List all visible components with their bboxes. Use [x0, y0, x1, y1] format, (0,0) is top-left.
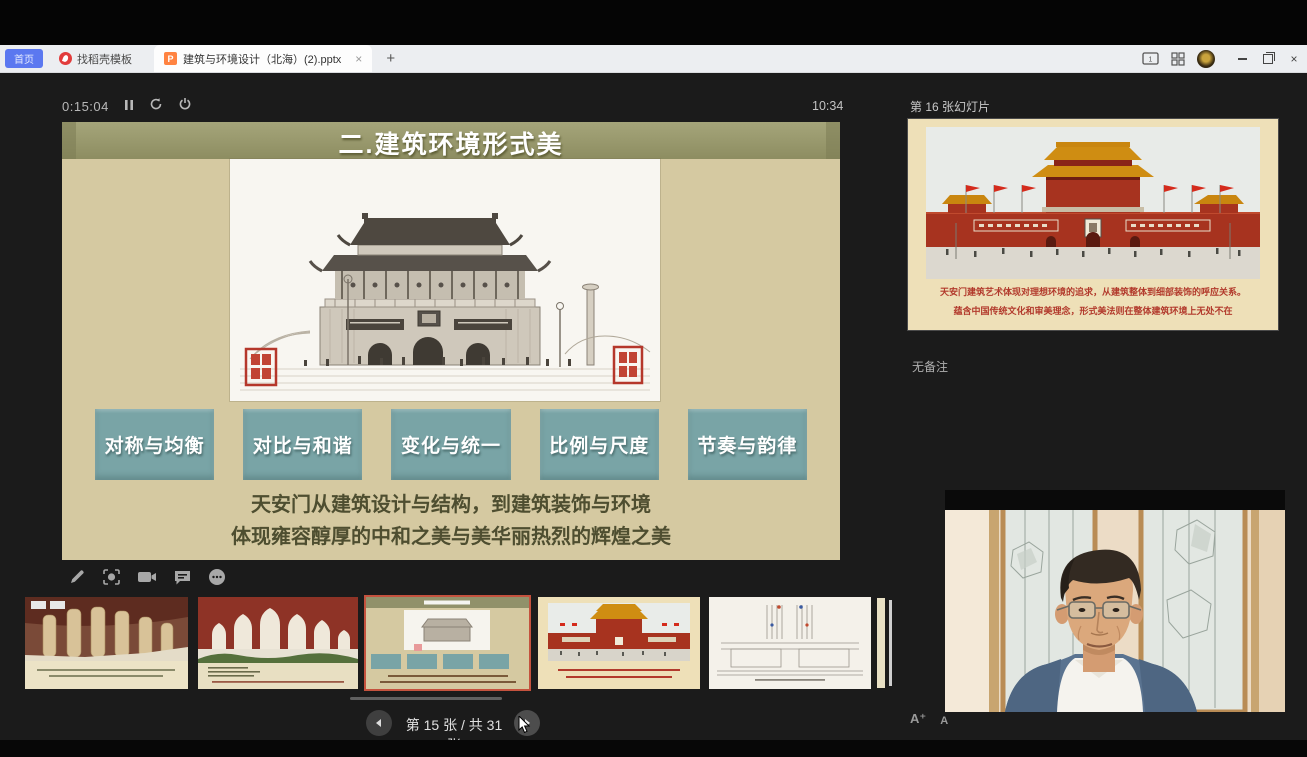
screen: 首页 找稻壳模板 P 建筑与环境设计（北海）(2).pptx × + 1 × 0…: [0, 0, 1307, 757]
grid-view-icon[interactable]: [1171, 52, 1185, 66]
thumbnail-scrollbar[interactable]: [350, 697, 502, 700]
thumbnail-slide-15-current[interactable]: [366, 597, 529, 689]
laser-pointer-icon[interactable]: [102, 568, 121, 591]
tab-close-icon[interactable]: ×: [355, 52, 362, 66]
principle-box-variation: 变化与统一: [391, 409, 510, 480]
minimize-button[interactable]: [1229, 45, 1255, 72]
pen-icon[interactable]: [68, 568, 86, 591]
thumbnail-strip-edge: [889, 600, 892, 686]
docer-icon: [59, 52, 72, 65]
slide-title: 二.建筑环境形式美: [62, 125, 840, 161]
previous-slide-button[interactable]: [366, 710, 392, 736]
tab-docer[interactable]: 找稻壳模板: [59, 51, 132, 67]
thumbnail-slide-18-partial[interactable]: [877, 598, 885, 688]
tab-home[interactable]: 首页: [5, 49, 43, 68]
annotation-toolbar: [68, 568, 226, 591]
comment-icon[interactable]: [173, 569, 192, 591]
mouse-cursor: [518, 716, 532, 739]
tab-bar: 首页 找稻壳模板 P 建筑与环境设计（北海）(2).pptx × + 1 ×: [0, 45, 1307, 73]
power-icon[interactable]: [178, 97, 192, 116]
reset-timer-icon[interactable]: [149, 97, 163, 116]
pause-icon[interactable]: [124, 98, 134, 116]
principle-box-rhythm: 节奏与韵律: [688, 409, 807, 480]
tab-document-label: 建筑与环境设计（北海）(2).pptx: [183, 51, 341, 67]
page-view-icon[interactable]: 1: [1142, 52, 1159, 65]
font-decrease-icon[interactable]: A: [940, 715, 948, 727]
wps-presentation-icon: P: [164, 52, 177, 65]
speaker-notes: 无备注: [912, 358, 948, 375]
next-slide-header: 第 16 张幻灯片: [910, 98, 990, 115]
window-close-button[interactable]: ×: [1281, 45, 1307, 72]
principle-box-symmetry: 对称与均衡: [95, 409, 214, 480]
elapsed-timer: 0:15:04: [62, 99, 109, 114]
timer-controls: 0:15:04: [62, 97, 192, 116]
preview-caption-line-2: 蕴含中国传统文化和审美理念，形式美法则在整体建筑环境上无处不在: [908, 304, 1278, 317]
tab-docer-label: 找稻壳模板: [77, 51, 132, 67]
maximize-button[interactable]: [1255, 45, 1281, 72]
new-tab-button[interactable]: +: [386, 50, 395, 67]
thumbnail-slide-17[interactable]: [709, 597, 871, 689]
slide-caption-line-1: 天安门从建筑设计与结构，到建筑装饰与环境: [62, 488, 840, 517]
principle-box-proportion: 比例与尺度: [540, 409, 659, 480]
tiananmen-photo: [926, 127, 1260, 279]
slide-caption-line-2: 体现雍容醇厚的中和之美与美华丽热烈的辉煌之美: [62, 520, 840, 549]
tiananmen-engraving-image: [230, 159, 660, 401]
letterbox-bottom: [0, 740, 1307, 757]
principle-box-contrast: 对比与和谐: [243, 409, 362, 480]
notes-font-controls: A⁺ A: [910, 711, 948, 727]
slide-stage[interactable]: 二.建筑环境形式美: [62, 122, 840, 560]
tab-document[interactable]: P 建筑与环境设计（北海）(2).pptx ×: [154, 45, 372, 72]
thumbnail-slide-14[interactable]: [198, 597, 358, 689]
presenter-webcam-video: [945, 490, 1285, 712]
more-options-icon[interactable]: [208, 568, 226, 591]
camera-icon[interactable]: [137, 569, 157, 590]
thumbnail-slide-13[interactable]: [25, 597, 188, 689]
principle-buttons-row: 对称与均衡 对比与和谐 变化与统一 比例与尺度 节奏与韵律: [95, 409, 807, 480]
current-time: 10:34: [812, 99, 843, 113]
thumbnail-slide-16[interactable]: [538, 597, 700, 689]
user-avatar[interactable]: [1197, 50, 1215, 68]
font-increase-icon[interactable]: A⁺: [910, 711, 926, 727]
next-slide-preview: 天安门建筑艺术体现对理想环境的追求，从建筑整体到细部装饰的呼应关系。 蕴含中国传…: [908, 119, 1278, 330]
preview-caption-line-1: 天安门建筑艺术体现对理想环境的追求，从建筑整体到细部装饰的呼应关系。: [908, 285, 1278, 298]
svg-text:1: 1: [1149, 57, 1153, 64]
